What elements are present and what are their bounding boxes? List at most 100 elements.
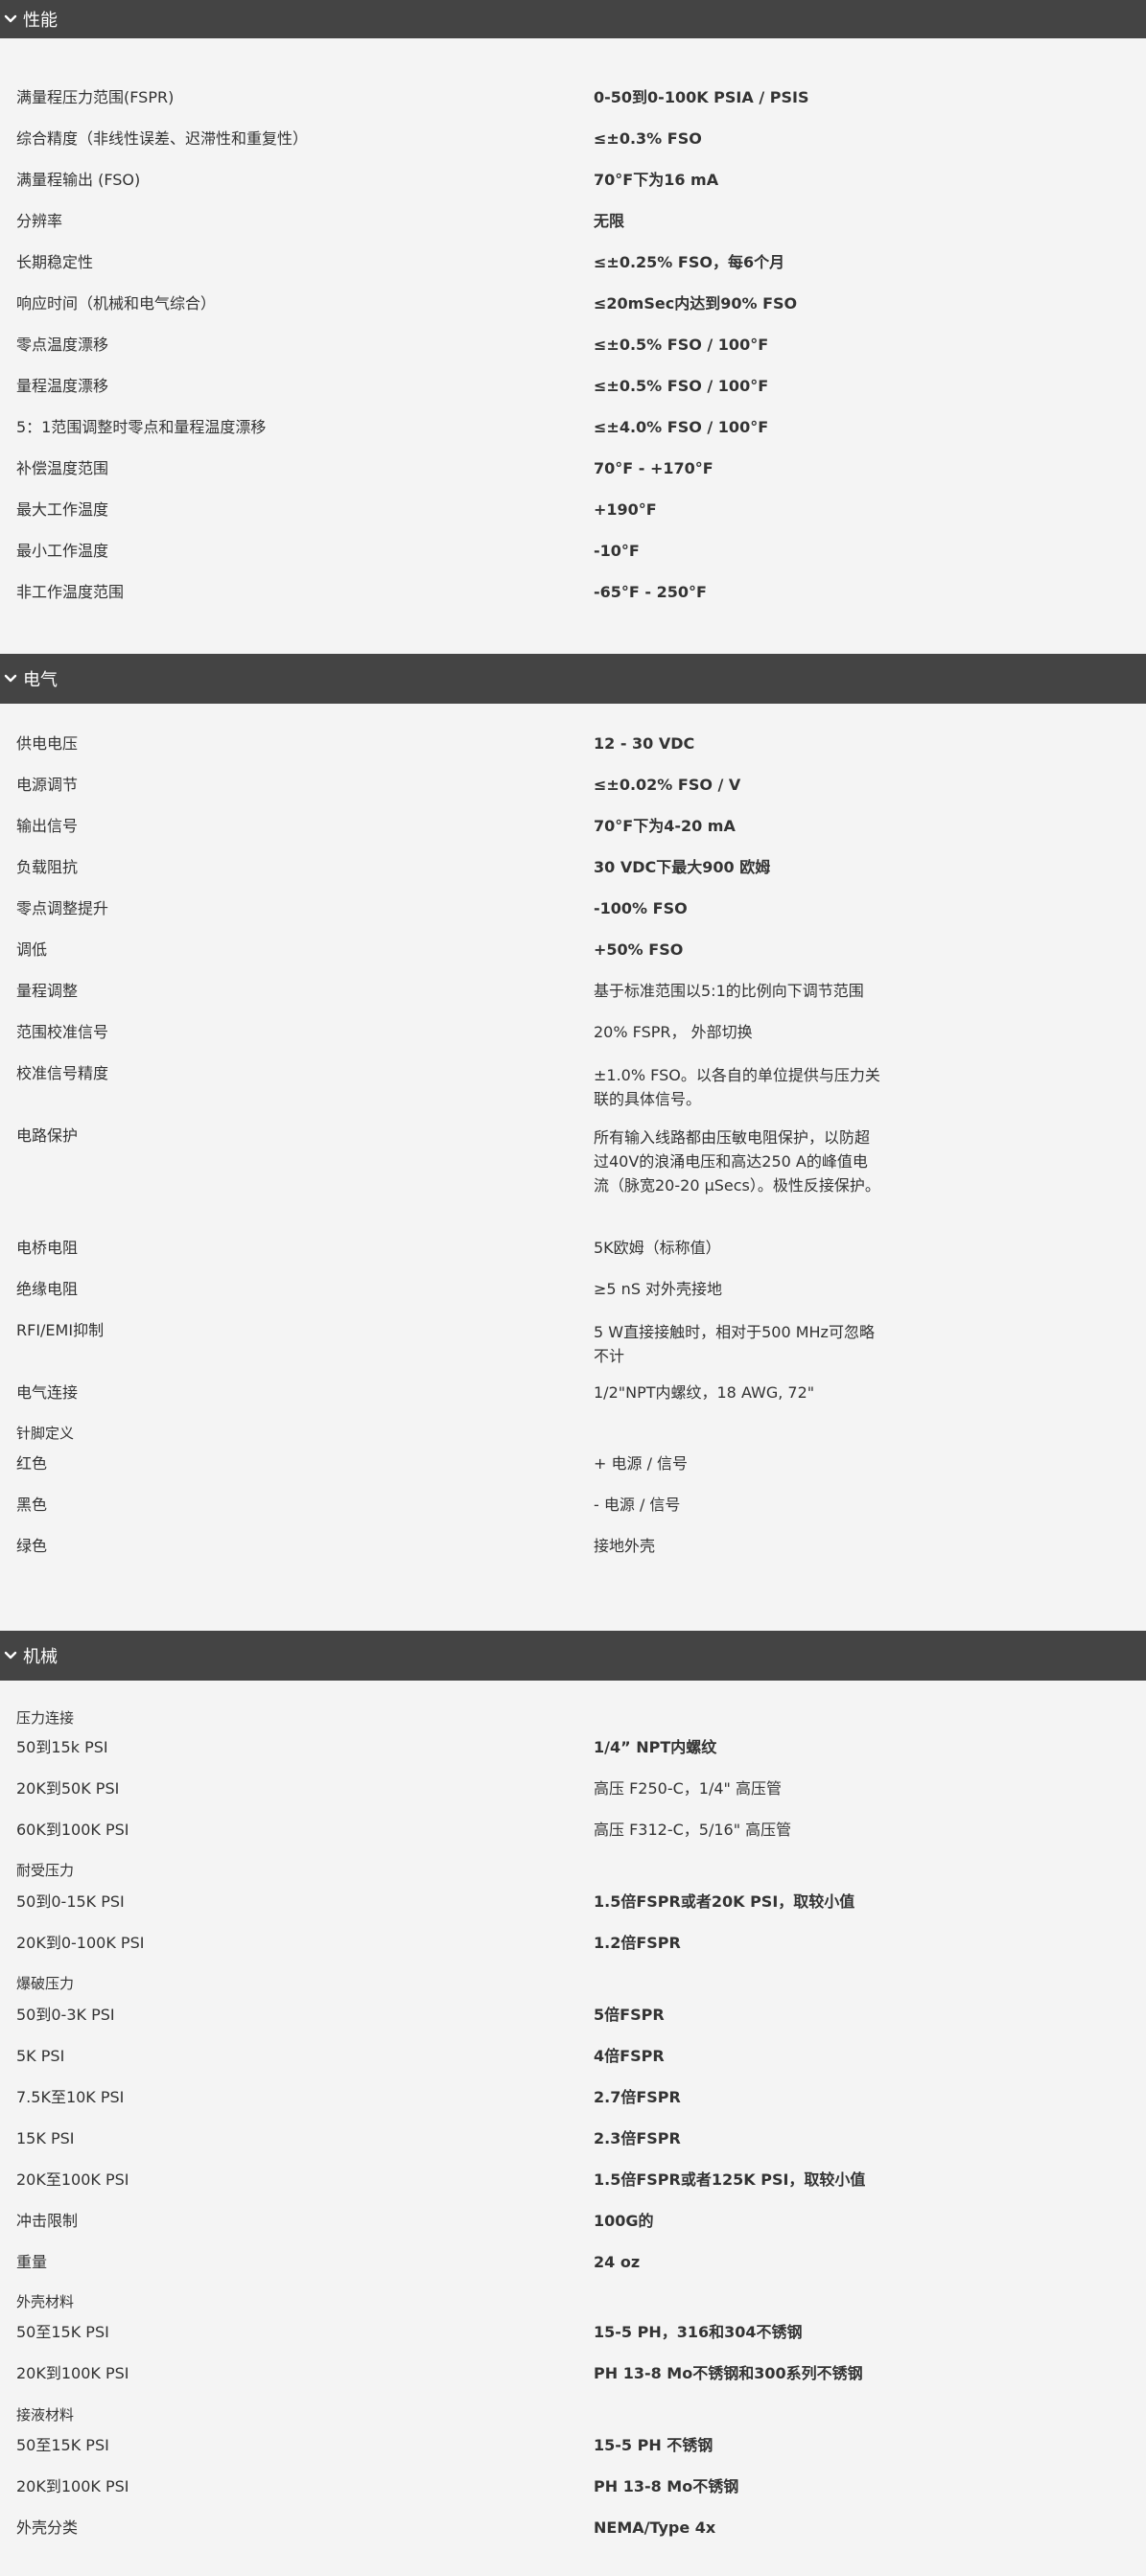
spec-label: 电桥电阻 xyxy=(16,1239,79,1257)
spec-value: 24 oz xyxy=(594,2253,641,2271)
spec-label: 电气连接 xyxy=(16,1383,79,1402)
spec-value: 70°F下为16 mA xyxy=(594,171,719,189)
spec-value: 70°F下为4-20 mA xyxy=(594,817,736,835)
spec-label: 零点温度漂移 xyxy=(16,336,109,354)
spec-label: 综合精度（非线性误差、迟滞性和重复性） xyxy=(16,129,309,148)
spec-label: RFI/EMI抑制 xyxy=(16,1321,105,1339)
section-electrical: 电气 供电电压 12 - 30 VDC 电源调节 ≤±0.02% FSO / V 输… xyxy=(0,654,1146,1631)
spec-value: -10°F xyxy=(594,542,640,560)
spec-label: 50至15K PSI xyxy=(16,2323,109,2341)
chevron-down-icon[interactable] xyxy=(4,12,17,26)
section-title: 性能 xyxy=(23,11,58,31)
spec-group-label: 接液材料 xyxy=(16,2406,75,2424)
spec-label: 20K到50K PSI xyxy=(16,1779,120,1798)
spec-value: 15-5 PH，316和304不锈钢 xyxy=(594,2323,803,2341)
spec-value: ≤±0.02% FSO / V xyxy=(594,776,741,794)
section-performance: 性能 满量程压力范围(FSPR) 0-50到0-100K PSIA / PSIS … xyxy=(0,0,1146,654)
spec-value: ≤±0.5% FSO / 100°F xyxy=(594,336,769,354)
spec-value: 无限 xyxy=(594,212,625,230)
spec-value: 5倍FSPR xyxy=(594,2006,665,2024)
spec-label: 满量程输出 (FSO) xyxy=(16,171,141,189)
spec-value: + 电源 / 信号 xyxy=(594,1454,689,1473)
spec-label: 50到15k PSI xyxy=(16,1738,108,1756)
spec-label: 20K到0-100K PSI xyxy=(16,1934,145,1952)
spec-label: 50到0-3K PSI xyxy=(16,2006,115,2024)
spec-value: 所有输入线路都由压敏电阻保护，以防超过40V的浪涌电压和高达250 A的峰值电流… xyxy=(594,1128,880,1195)
spec-label: 5K PSI xyxy=(16,2047,65,2065)
spec-value: 0-50到0-100K PSIA / PSIS xyxy=(594,88,809,106)
spec-label: 15K PSI xyxy=(16,2129,75,2147)
spec-label: 60K到100K PSI xyxy=(16,1821,129,1839)
spec-label: 绝缘电阻 xyxy=(16,1280,79,1298)
spec-value: 1/2"NPT内螺纹，18 AWG, 72" xyxy=(594,1383,815,1402)
spec-value: +190°F xyxy=(594,500,657,519)
spec-value: 12 - 30 VDC xyxy=(594,734,695,753)
spec-label: 分辨率 xyxy=(16,212,63,230)
spec-label: 20K至100K PSI xyxy=(16,2170,129,2189)
spec-value: 5 W直接接触时，相对于500 MHz可忽略不计 xyxy=(594,1323,875,1365)
spec-group-label: 爆破压力 xyxy=(16,1975,75,1992)
spec-value: 70°F - +170°F xyxy=(594,459,713,477)
spec-value: 2.7倍FSPR xyxy=(594,2088,681,2106)
spec-label: 非工作温度范围 xyxy=(16,583,125,601)
spec-label: 冲击限制 xyxy=(16,2212,79,2230)
spec-group-label: 针脚定义 xyxy=(16,1425,75,1442)
spec-value: 4倍FSPR xyxy=(594,2047,665,2065)
spec-value: 2.3倍FSPR xyxy=(594,2129,681,2147)
spec-group-label: 外壳材料 xyxy=(16,2293,75,2310)
spec-value: PH 13-8 Mo不锈钢 xyxy=(594,2477,739,2495)
section-title: 机械 xyxy=(23,1647,58,1667)
spec-value: ≥5 nS 对外壳接地 xyxy=(594,1280,723,1298)
chevron-down-icon[interactable] xyxy=(4,1649,17,1662)
spec-value: PH 13-8 Mo不锈钢和300系列不锈钢 xyxy=(594,2364,863,2382)
spec-value: 100G的 xyxy=(594,2212,654,2230)
spec-label: 零点调整提升 xyxy=(16,899,109,917)
spec-label: 20K到100K PSI xyxy=(16,2364,129,2382)
section-header-mechanical[interactable]: 机械 xyxy=(0,1631,1146,1681)
spec-value: ±1.0% FSO。以各自的单位提供与压力关联的具体信号。 xyxy=(594,1066,880,1108)
spec-label: 满量程压力范围(FSPR) xyxy=(16,88,175,106)
spec-value: 20% FSPR， 外部切换 xyxy=(594,1023,753,1041)
spec-label: 输出信号 xyxy=(16,817,79,835)
spec-value: -65°F - 250°F xyxy=(594,583,707,601)
spec-value: ≤±0.25% FSO，每6个月 xyxy=(594,253,785,271)
spec-value: ≤20mSec内达到90% FSO xyxy=(594,294,798,313)
spec-label: 补偿温度范围 xyxy=(16,459,109,477)
spec-label: 7.5K至10K PSI xyxy=(16,2088,125,2106)
spec-value: 1/4” NPT内螺纹 xyxy=(594,1738,717,1756)
spec-label: 红色 xyxy=(16,1454,48,1473)
spec-value: 1.5倍FSPR或者125K PSI，取较小值 xyxy=(594,2170,866,2189)
section-header-electrical[interactable]: 电气 xyxy=(0,654,1146,704)
spec-value: 30 VDC下最大900 欧姆 xyxy=(594,858,771,876)
spec-label: 50至15K PSI xyxy=(16,2436,109,2454)
section-header-performance[interactable]: 性能 xyxy=(0,0,1146,38)
chevron-down-icon[interactable] xyxy=(4,672,17,685)
spec-label: 黑色 xyxy=(16,1496,48,1514)
spec-value: 5K欧姆（标称值） xyxy=(594,1239,721,1257)
spec-label: 电路保护 xyxy=(16,1126,79,1145)
spec-value: 接地外壳 xyxy=(594,1537,656,1555)
spec-value: ≤±4.0% FSO / 100°F xyxy=(594,418,769,436)
spec-label: 供电电压 xyxy=(16,734,79,753)
spec-value: ≤±0.3% FSO xyxy=(594,129,702,148)
spec-label: 范围校准信号 xyxy=(16,1023,109,1041)
spec-label: 重量 xyxy=(16,2253,48,2271)
spec-label: 量程调整 xyxy=(16,982,79,1000)
spec-value: ≤±0.5% FSO / 100°F xyxy=(594,377,769,395)
spec-label: 量程温度漂移 xyxy=(16,377,109,395)
spec-value: - 电源 / 信号 xyxy=(594,1496,681,1514)
spec-value: -100% FSO xyxy=(594,899,688,917)
spec-label: 最小工作温度 xyxy=(16,542,109,560)
spec-label: 长期稳定性 xyxy=(16,253,94,271)
spec-value: 高压 F250-C，1/4" 高压管 xyxy=(594,1779,782,1798)
spec-value: 1.5倍FSPR或者20K PSI，取较小值 xyxy=(594,1892,855,1911)
spec-group-label: 耐受压力 xyxy=(16,1862,75,1879)
spec-value: 高压 F312-C，5/16" 高压管 xyxy=(594,1821,792,1839)
spec-group-label: 压力连接 xyxy=(16,1709,75,1727)
spec-label: 调低 xyxy=(16,940,48,959)
spec-value: 1.2倍FSPR xyxy=(594,1934,681,1952)
spec-label: 绿色 xyxy=(16,1537,48,1555)
spec-value: 15-5 PH 不锈钢 xyxy=(594,2436,713,2454)
section-title: 电气 xyxy=(23,670,58,690)
spec-label: 20K到100K PSI xyxy=(16,2477,129,2495)
